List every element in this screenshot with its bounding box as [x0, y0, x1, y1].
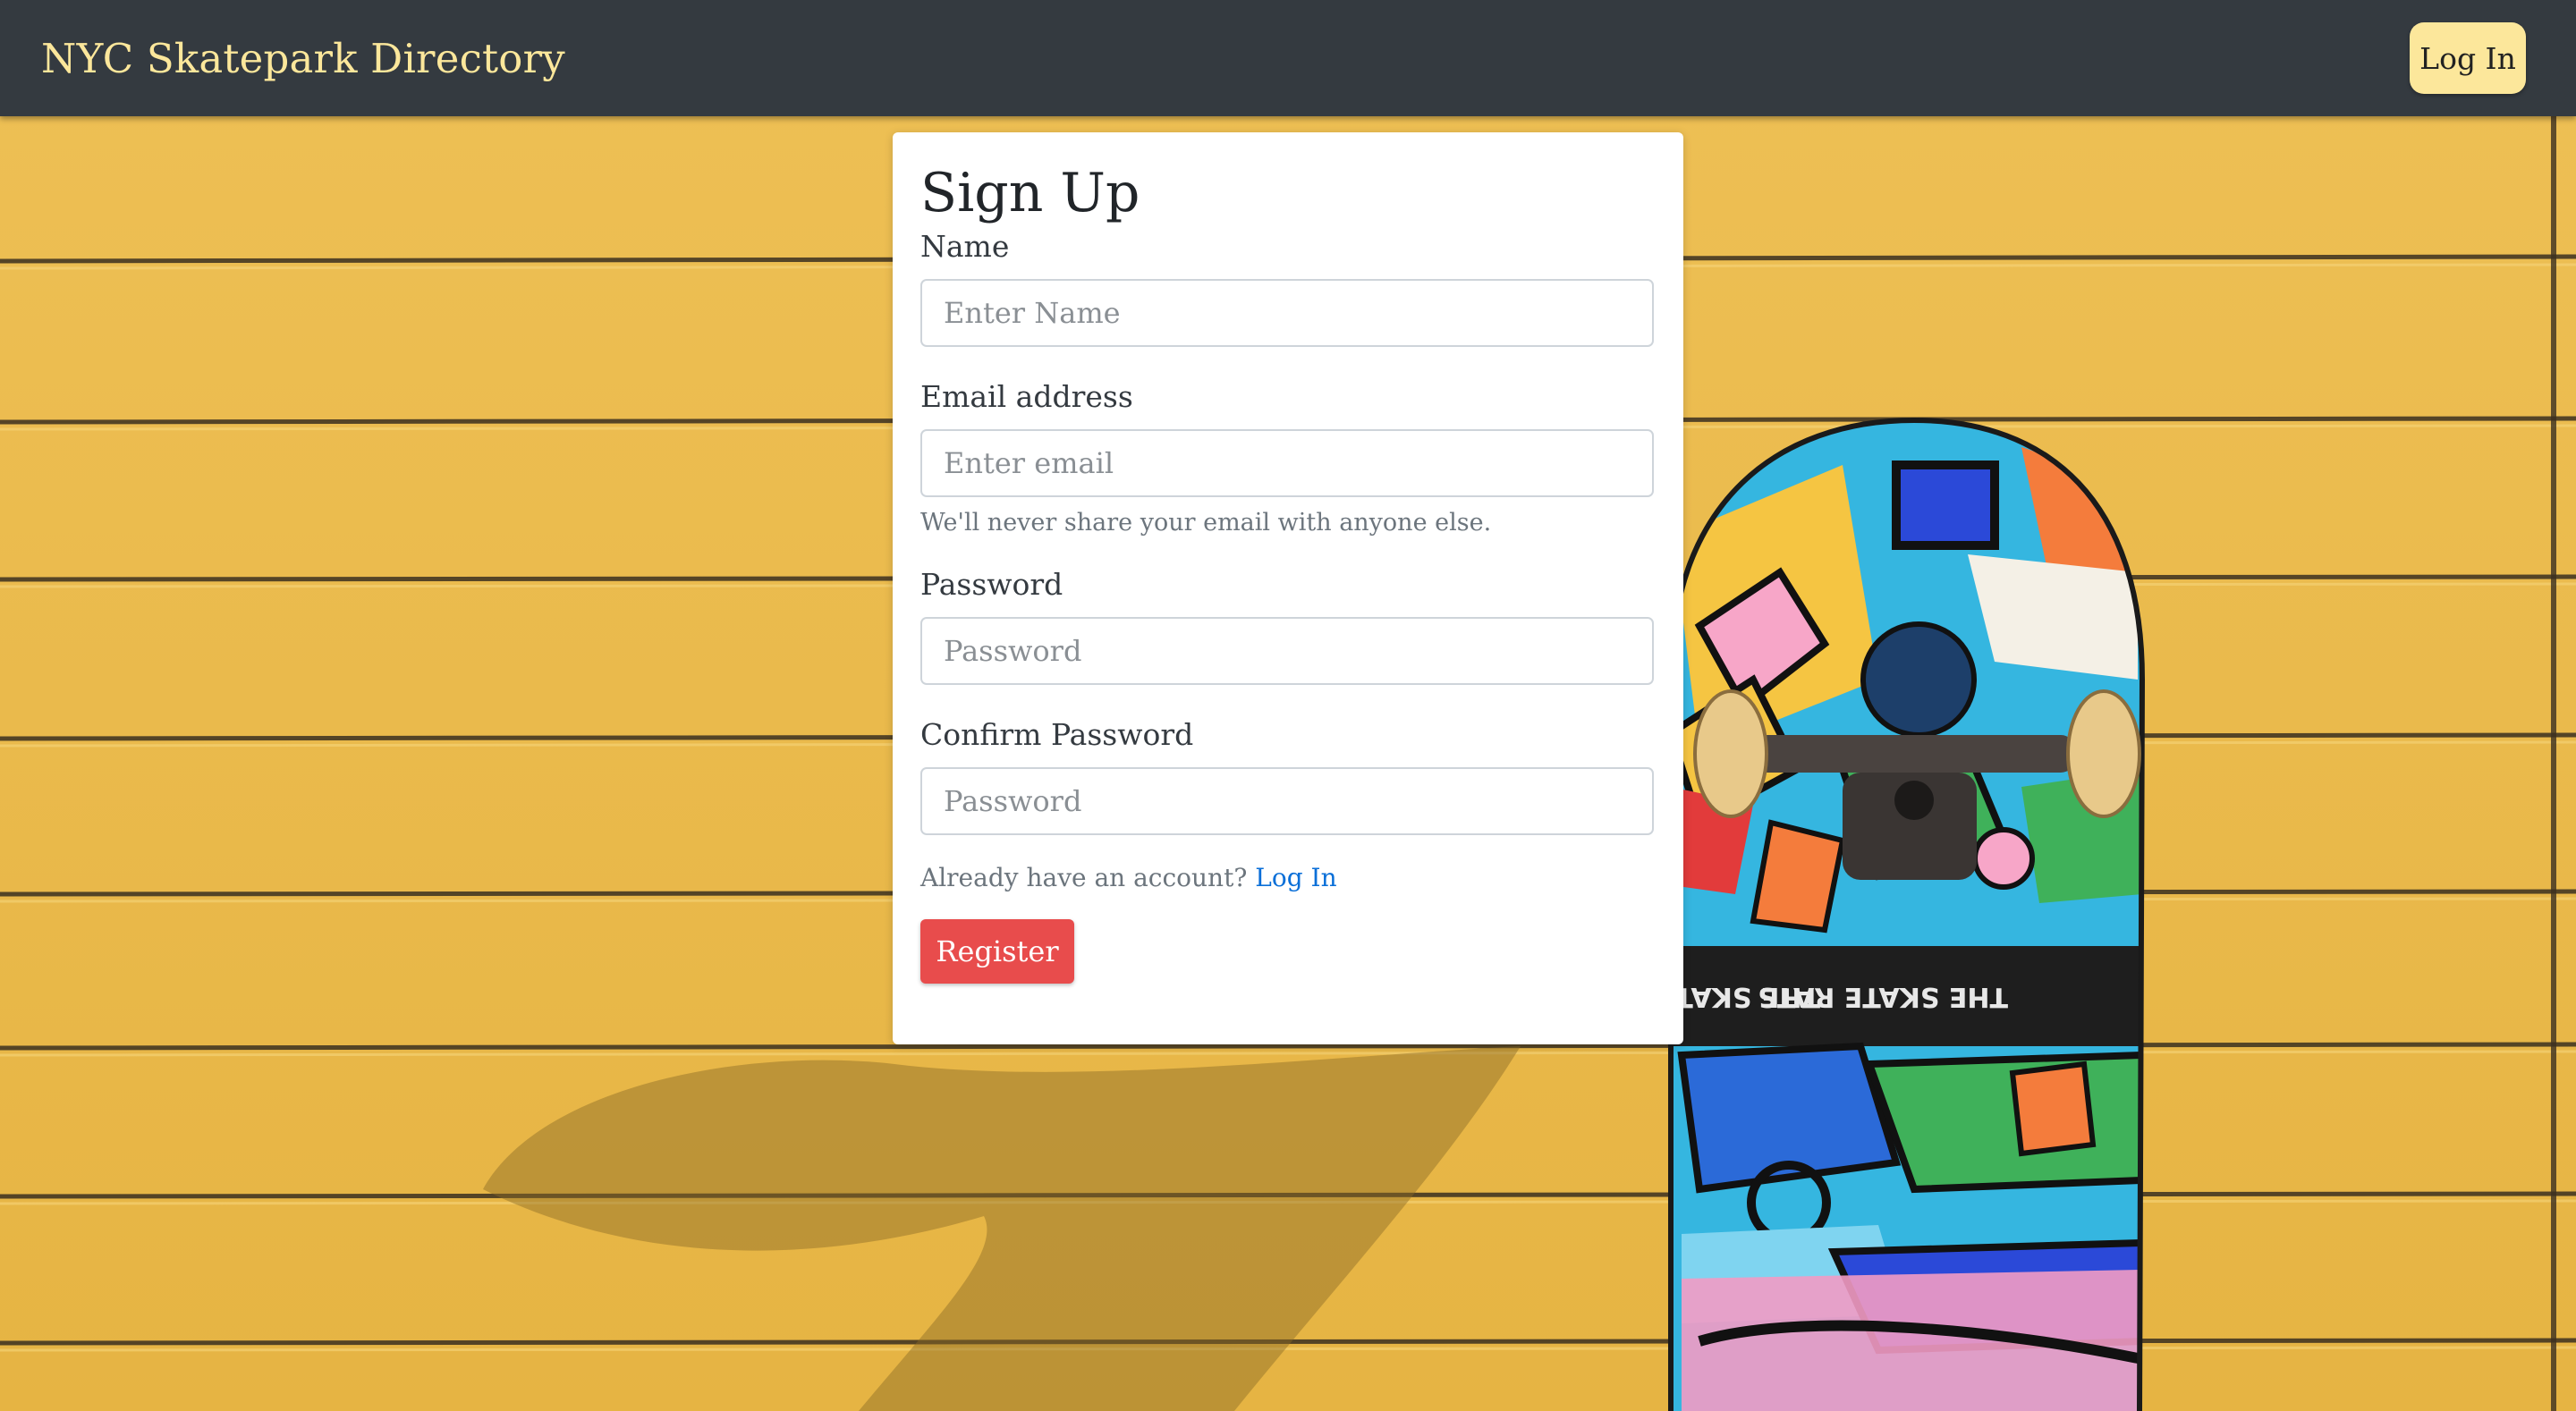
- page-title: Sign Up: [920, 162, 1140, 224]
- email-label: Email address: [920, 379, 1133, 414]
- nav-login-button[interactable]: Log In: [2410, 22, 2526, 94]
- password-input[interactable]: [920, 617, 1654, 685]
- account-prompt-text: Already have an account?: [920, 863, 1248, 892]
- email-input[interactable]: [920, 429, 1654, 497]
- svg-text:THE SKATE RATS: THE SKATE RATS: [1758, 981, 2008, 1012]
- login-link[interactable]: Log In: [1255, 863, 1336, 892]
- confirm-password-label: Confirm Password: [920, 717, 1194, 752]
- signup-card: Sign Up Name Email address We'll never s…: [893, 132, 1683, 1044]
- brand-title[interactable]: NYC Skatepark Directory: [41, 35, 565, 82]
- confirm-password-input[interactable]: [920, 767, 1654, 835]
- login-prompt: Already have an account? Log In: [920, 862, 1657, 894]
- navbar: NYC Skatepark Directory Log In: [0, 0, 2576, 116]
- name-label: Name: [920, 229, 1010, 264]
- name-input[interactable]: [920, 279, 1654, 347]
- register-button[interactable]: Register: [920, 919, 1074, 984]
- password-label: Password: [920, 567, 1063, 602]
- email-help-text: We'll never share your email with anyone…: [920, 509, 1492, 537]
